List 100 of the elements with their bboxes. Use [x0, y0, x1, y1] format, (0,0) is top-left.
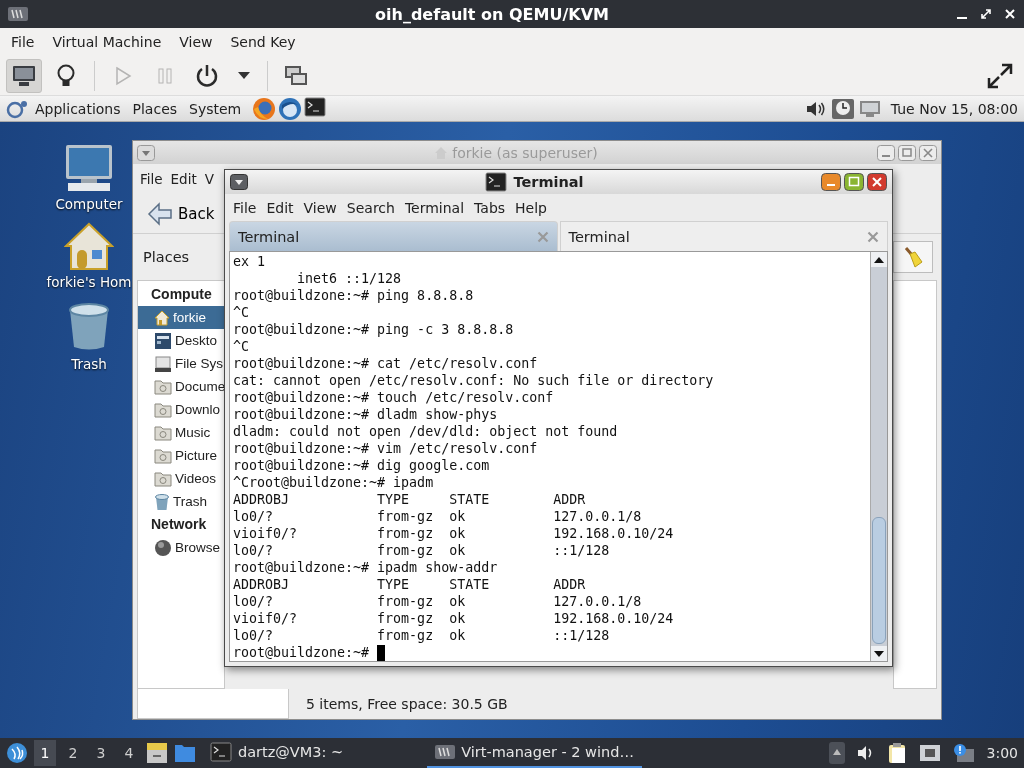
play-icon	[114, 65, 132, 86]
desktop-icon-label[interactable]: Trash	[71, 356, 107, 372]
terminal-line: vioif0/? from-gz ok 192.168.0.10/24	[233, 526, 674, 541]
taskbar-clock[interactable]: 3:00	[986, 745, 1018, 761]
back-arrow-icon	[147, 201, 173, 226]
menu-item[interactable]: Edit	[166, 171, 201, 187]
drive-icon	[154, 354, 172, 373]
notification-icon[interactable]	[952, 743, 975, 763]
menu-item[interactable]: Send Key	[221, 34, 305, 50]
terminal-line: ^C	[233, 305, 249, 320]
sidebar-item[interactable]: Browse	[138, 536, 224, 559]
tab[interactable]: Terminal	[229, 221, 558, 251]
terminal-line: root@buildzone:~# vim /etc/resolv.conf	[233, 441, 538, 456]
menu-item[interactable]: Search	[341, 199, 400, 216]
back-button[interactable]: Back	[141, 197, 221, 230]
window-title: oih_default on QEMU/KVM	[374, 4, 610, 24]
menu-item[interactable]: Terminal	[399, 199, 470, 216]
terminal-line: lo0/? from-gz ok 127.0.0.1/8	[233, 509, 642, 524]
window-menu-icon[interactable]	[230, 174, 248, 190]
terminal-line: root@buildzone:~# ping 8.8.8.8	[233, 288, 474, 303]
terminal-line: lo0/? from-gz ok ::1/128	[233, 628, 610, 643]
menu-item[interactable]: Tabs	[469, 199, 511, 216]
sidebar-item[interactable]: Docume	[138, 375, 224, 398]
globe-icon[interactable]	[252, 96, 277, 121]
menu-item[interactable]: File	[2, 34, 44, 50]
tab-label[interactable]: Terminal	[568, 228, 630, 245]
clear-button[interactable]	[893, 241, 933, 273]
network-icon[interactable]	[918, 743, 941, 763]
sidebar-item[interactable]: File Sys	[138, 352, 224, 375]
workspace-button[interactable]: 4	[118, 740, 140, 766]
folder-icon	[154, 423, 172, 442]
sidebar-item[interactable]: Picture	[138, 444, 224, 467]
terminal-line: lo0/? from-gz ok 127.0.0.1/8	[233, 594, 642, 609]
sidebar-item[interactable]: Downlo	[138, 398, 224, 421]
workspace-button[interactable]: 2	[62, 740, 84, 766]
sidebar-item[interactable]: Videos	[138, 467, 224, 490]
sidebar-item-label: Docume	[175, 379, 224, 394]
sidebar-item-label: Deskto	[175, 333, 218, 348]
sidebar-item[interactable]: Trash	[138, 490, 224, 513]
window-icon	[435, 745, 456, 759]
house-icon[interactable]	[64, 222, 114, 270]
sidebar-item[interactable]: Music	[138, 421, 224, 444]
panel-menu[interactable]: System	[184, 100, 247, 117]
pane-selector[interactable]: Places	[143, 249, 190, 265]
terminal-prompt: root@buildzone:~#	[233, 644, 370, 661]
sidebar-item-label: Picture	[175, 448, 218, 463]
clock-icon[interactable]	[830, 97, 855, 120]
workspace-button[interactable]: 3	[90, 740, 112, 766]
drawer-icon[interactable]	[146, 742, 168, 764]
terminal-icon[interactable]	[304, 96, 327, 117]
broom-icon	[903, 246, 923, 268]
terminal-line: root@buildzone:~# dig google.com	[233, 458, 490, 473]
toolbar-button[interactable]	[6, 58, 42, 93]
menu-item[interactable]: Help	[510, 199, 552, 216]
menu-item[interactable]: File	[136, 171, 167, 187]
clipboard-icon[interactable]	[886, 742, 907, 764]
maximize-icon[interactable]	[844, 173, 864, 191]
menu-item[interactable]: Virtual Machine	[43, 34, 171, 50]
folder-icon	[154, 400, 172, 419]
sidebar-item-label: Downlo	[175, 402, 221, 417]
scrollbar-thumb[interactable]	[872, 517, 886, 644]
workspace-button[interactable]: 1	[34, 740, 56, 766]
bird-icon[interactable]	[278, 96, 303, 121]
scroll-up-icon[interactable]	[874, 256, 884, 263]
terminal-line: ADDROBJ TYPE STATE ADDR	[233, 492, 586, 507]
terminal-line: ex 1	[233, 254, 266, 269]
desktop-icon-label[interactable]: Computer	[55, 196, 123, 212]
scrollbar[interactable]	[870, 252, 887, 661]
close-icon[interactable]	[867, 173, 887, 191]
panel-menu[interactable]: Applications	[30, 100, 126, 117]
tab[interactable]: Terminal	[559, 221, 888, 251]
caret-icon	[238, 71, 250, 80]
task-button[interactable]: dartz@VM3: ~	[202, 738, 352, 768]
sidebar-item-label: Music	[175, 425, 211, 440]
power-icon	[195, 63, 219, 88]
sidebar-item[interactable]: forkie	[138, 306, 224, 329]
tab-label[interactable]: Terminal	[238, 228, 300, 245]
menu-item[interactable]: View	[298, 199, 342, 216]
logo-icon[interactable]	[6, 742, 28, 764]
computer-icon[interactable]	[65, 144, 113, 192]
task-button[interactable]: Virt-manager - 2 wind…	[427, 738, 642, 768]
sidebar-item[interactable]: Deskto	[138, 329, 224, 352]
menu-item[interactable]: Edit	[261, 199, 299, 216]
restore-icon[interactable]	[980, 8, 992, 20]
scroll-down-icon[interactable]	[874, 650, 884, 657]
window-title: forkie (as superuser)	[452, 144, 598, 161]
monitor-icon[interactable]	[858, 99, 881, 118]
monitor-icon	[12, 64, 36, 87]
menu-item[interactable]: File	[228, 199, 262, 216]
sidebar-heading: Network	[151, 515, 207, 534]
menu-item[interactable]: View	[170, 34, 222, 50]
trash-icon[interactable]	[67, 302, 111, 352]
terminal-line: dladm: could not open /dev/dld: object not found	[233, 424, 618, 439]
panel-clock[interactable]: Tue Nov 15, 08:00	[890, 100, 1018, 117]
folder-icon[interactable]	[174, 743, 196, 763]
house-icon	[154, 309, 170, 326]
minimize-icon[interactable]	[821, 173, 841, 191]
menu-item[interactable]: V	[200, 171, 218, 187]
desktop-icon-label[interactable]: forkie's Hom	[46, 274, 132, 290]
panel-menu[interactable]: Places	[127, 100, 183, 117]
